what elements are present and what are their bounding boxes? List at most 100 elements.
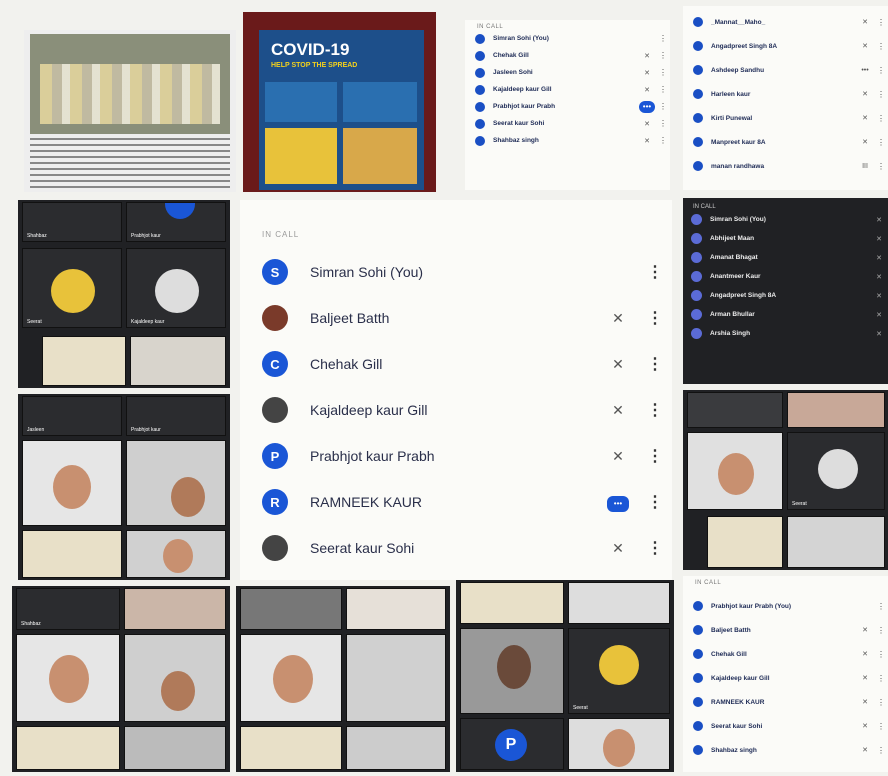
video-tile-prabhjot[interactable]: Prabhjot kaur bbox=[126, 202, 226, 242]
video-tile-c3[interactable] bbox=[240, 634, 342, 722]
video-tile-c2[interactable] bbox=[346, 588, 446, 630]
video-tile-b2[interactable] bbox=[124, 588, 226, 630]
more-options-icon[interactable]: ⋮ bbox=[874, 90, 888, 99]
participant-row[interactable]: Seerat kaur Sohi ✕ ⋮ bbox=[683, 714, 888, 738]
video-tile-c1[interactable] bbox=[240, 588, 342, 630]
more-options-icon[interactable]: ⋮ bbox=[656, 136, 670, 145]
participant-row[interactable]: Shahbaz singh ✕ ⋮ bbox=[683, 738, 888, 762]
participant-row[interactable]: Baljeet Batth ✕ ⋮ bbox=[683, 618, 888, 642]
video-tile-c4[interactable] bbox=[346, 634, 446, 722]
participant-row[interactable]: Kajaldeep kaur Gill ✕ ⋮ bbox=[465, 81, 670, 98]
more-options-icon[interactable]: ⋮ bbox=[874, 674, 888, 683]
participant-row[interactable]: Chehak Gill ✕ ⋮ bbox=[683, 642, 888, 666]
more-options-icon[interactable]: ⋮ bbox=[874, 722, 888, 731]
video-tile-b3[interactable] bbox=[16, 634, 120, 722]
more-options-icon[interactable]: ⋮ bbox=[874, 138, 888, 147]
participant-row[interactable]: Prabhjot kaur Prabh ••• ⋮ bbox=[465, 98, 670, 115]
more-options-icon[interactable]: ⋮ bbox=[874, 18, 888, 27]
participant-row[interactable]: Kajaldeep kaur Gill ✕ ⋮ bbox=[240, 387, 672, 433]
participant-row[interactable]: C Chehak Gill ✕ ⋮ bbox=[240, 341, 672, 387]
video-tile-b4[interactable] bbox=[124, 634, 226, 722]
participant-row[interactable]: Angadpreet Singh 8A ✕ ⋮ bbox=[683, 34, 888, 58]
video-tile-face-2[interactable] bbox=[126, 440, 226, 526]
video-tile-b6[interactable] bbox=[124, 726, 226, 770]
more-options-icon[interactable]: ⋮ bbox=[656, 85, 670, 94]
participant-row[interactable]: Kirti Punewal ✕ ⋮ bbox=[683, 106, 888, 130]
video-tile-d6[interactable] bbox=[568, 718, 670, 770]
participant-row[interactable]: Shahbaz singh ✕ ⋮ bbox=[465, 132, 670, 149]
more-options-icon[interactable]: ⋮ bbox=[874, 42, 888, 51]
video-tile-c6[interactable] bbox=[346, 726, 446, 770]
more-options-icon[interactable]: ⋮ bbox=[656, 51, 670, 60]
participant-row[interactable]: Abhijeet Maan ✕ bbox=[683, 229, 888, 248]
participant-row[interactable]: Jasleen Sohi ✕ ⋮ bbox=[465, 64, 670, 81]
participant-row[interactable]: Ashdeep Sandhu ••• ⋮ bbox=[683, 58, 888, 82]
participant-row[interactable]: Anantmeer Kaur ✕ bbox=[683, 267, 888, 286]
more-options-icon[interactable]: ⋮ bbox=[656, 34, 670, 43]
video-tile-poster-r[interactable] bbox=[707, 516, 783, 568]
more-options-icon[interactable]: ⋮ bbox=[638, 492, 672, 512]
participant-row[interactable]: manan randhawa III ⋮ bbox=[683, 154, 888, 178]
video-tile-shahbaz[interactable]: Shahbaz bbox=[22, 202, 122, 242]
participant-row[interactable]: Arshia Singh ✕ bbox=[683, 324, 888, 343]
more-options-icon[interactable]: ⋮ bbox=[656, 68, 670, 77]
participant-row[interactable]: Manpreet kaur 8A ✕ ⋮ bbox=[683, 130, 888, 154]
video-tile-d2[interactable] bbox=[568, 582, 670, 624]
video-tile-seerat-r[interactable]: Seerat bbox=[787, 432, 885, 510]
more-options-icon[interactable]: ⋮ bbox=[638, 262, 672, 282]
video-tile-top-right[interactable] bbox=[787, 392, 885, 428]
participant-row[interactable]: Baljeet Batth ✕ ⋮ bbox=[240, 295, 672, 341]
video-tile-jasleen[interactable]: Jasleen bbox=[22, 396, 122, 436]
more-options-icon[interactable]: ⋮ bbox=[656, 102, 670, 111]
more-options-icon[interactable]: ⋮ bbox=[874, 602, 888, 611]
video-tile-b5[interactable] bbox=[16, 726, 120, 770]
video-tile-d1[interactable] bbox=[460, 582, 564, 624]
video-tile-kajal[interactable]: Kajaldeep kaur bbox=[126, 248, 226, 328]
participant-row[interactable]: Kajaldeep kaur Gill ✕ ⋮ bbox=[683, 666, 888, 690]
more-options-icon[interactable]: ⋮ bbox=[638, 308, 672, 328]
more-options-icon[interactable]: ⋮ bbox=[874, 746, 888, 755]
more-options-icon[interactable]: ⋮ bbox=[874, 114, 888, 123]
participant-row[interactable]: S Simran Sohi (You) ⋮ bbox=[240, 249, 672, 295]
more-options-icon[interactable]: ⋮ bbox=[874, 650, 888, 659]
participant-name: Amanat Bhagat bbox=[710, 254, 758, 261]
participant-row[interactable]: Simran Sohi (You) ✕ bbox=[683, 210, 888, 229]
video-tile-face-3[interactable] bbox=[126, 530, 226, 578]
video-tile-prabhjot-2[interactable]: Prabhjot kaur bbox=[126, 396, 226, 436]
video-tile-d3[interactable] bbox=[460, 628, 564, 714]
more-options-icon[interactable]: ⋮ bbox=[656, 119, 670, 128]
participant-row[interactable]: Amanat Bhagat ✕ bbox=[683, 248, 888, 267]
participant-row[interactable]: Harleen kaur ✕ ⋮ bbox=[683, 82, 888, 106]
more-options-icon[interactable]: ⋮ bbox=[638, 538, 672, 558]
video-tile-poster-2[interactable] bbox=[22, 530, 122, 578]
participant-row[interactable]: Seerat kaur Sohi ✕ ⋮ bbox=[465, 115, 670, 132]
participant-row[interactable]: P Prabhjot kaur Prabh ✕ ⋮ bbox=[240, 433, 672, 479]
video-tile-d5[interactable]: P bbox=[460, 718, 564, 770]
more-options-icon[interactable]: ⋮ bbox=[874, 698, 888, 707]
participant-row[interactable]: Angadpreet Singh 8A ✕ bbox=[683, 286, 888, 305]
video-tile-top-left[interactable] bbox=[687, 392, 783, 428]
more-options-icon[interactable]: ⋮ bbox=[638, 354, 672, 374]
participant-row[interactable]: Arman Bhullar ✕ bbox=[683, 305, 888, 324]
participant-row[interactable]: Seerat kaur Sohi ✕ ⋮ bbox=[240, 525, 672, 571]
more-options-icon[interactable]: ⋮ bbox=[638, 446, 672, 466]
video-tile-seerat[interactable]: Seerat bbox=[22, 248, 122, 328]
video-tile-book[interactable] bbox=[130, 336, 226, 386]
more-options-icon[interactable]: ⋮ bbox=[874, 626, 888, 635]
video-tile-c5[interactable] bbox=[240, 726, 342, 770]
more-options-icon[interactable]: ⋮ bbox=[638, 400, 672, 420]
participant-row[interactable]: Simran Sohi (You) ⋮ bbox=[465, 30, 670, 47]
participant-row[interactable]: _Mannat__Maho_ ✕ ⋮ bbox=[683, 10, 888, 34]
more-options-icon[interactable]: ⋮ bbox=[874, 66, 888, 75]
video-tile-b1[interactable]: Shahbaz bbox=[16, 588, 120, 630]
video-tile-face-r2[interactable] bbox=[787, 516, 885, 568]
participant-row[interactable]: Chehak Gill ✕ ⋮ bbox=[465, 47, 670, 64]
video-tile-d4[interactable]: Seerat bbox=[568, 628, 670, 714]
video-tile-poster[interactable] bbox=[42, 336, 126, 386]
participant-row[interactable]: RAMNEEK KAUR ✕ ⋮ bbox=[683, 690, 888, 714]
more-options-icon[interactable]: ⋮ bbox=[874, 162, 888, 171]
participant-row[interactable]: R RAMNEEK KAUR ••• ⋮ bbox=[240, 479, 672, 525]
participant-row[interactable]: Prabhjot kaur Prabh (You) ⋮ bbox=[683, 594, 888, 618]
video-tile-face-r1[interactable] bbox=[687, 432, 783, 510]
video-tile-face-1[interactable] bbox=[22, 440, 122, 526]
